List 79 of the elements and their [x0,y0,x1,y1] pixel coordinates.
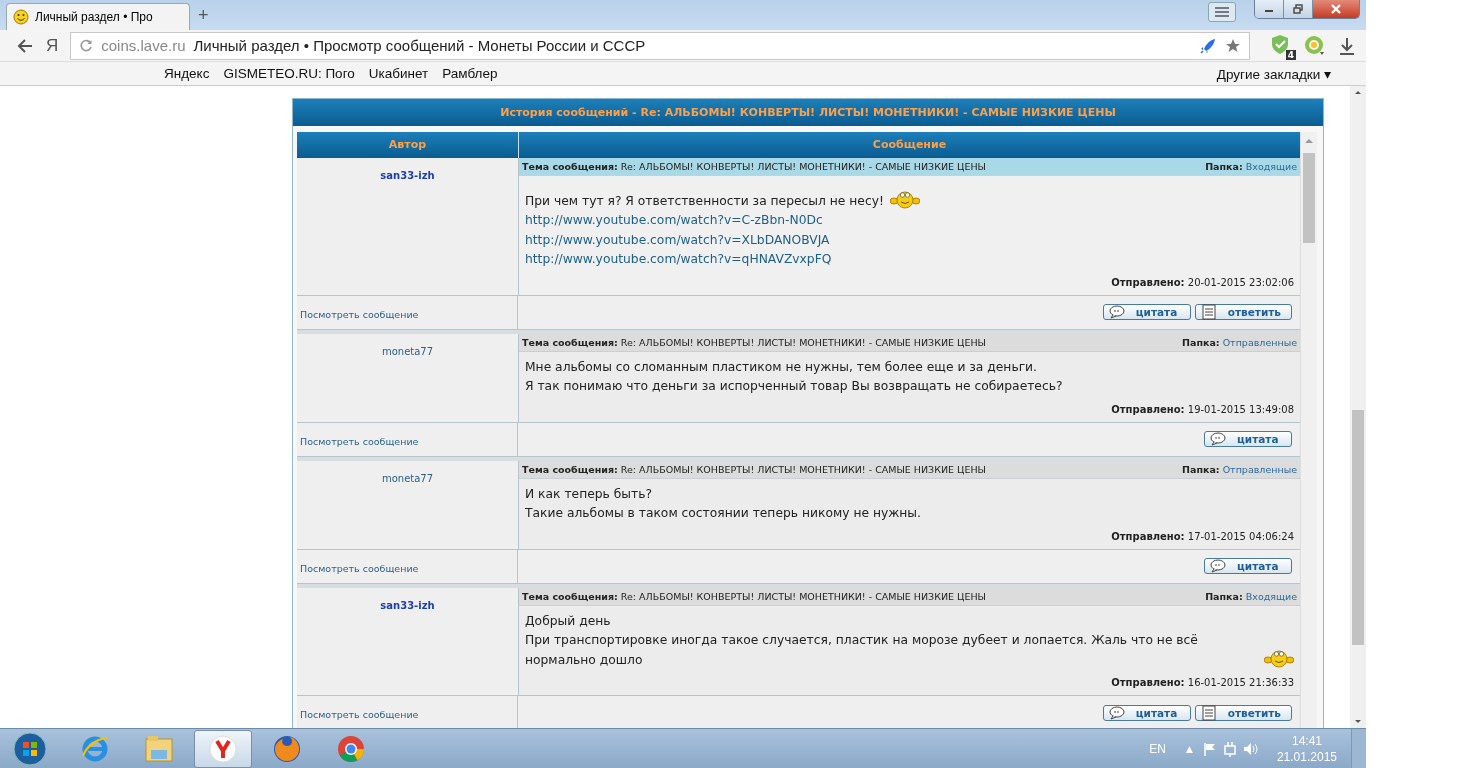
view-message-link[interactable]: Посмотреть сообщение [300,308,419,320]
quote-button[interactable]: цитата [1102,704,1191,721]
folder-label: Папка: Входящие [1205,161,1297,172]
column-header: Сообщение [871,137,948,153]
power-plug-icon[interactable] [1222,740,1237,757]
scrollbar-thumb[interactable] [1352,410,1364,645]
subject-text: Тема сообщения: Re: АЛЬБОМЫ! КОНВЕРТЫ! ЛИСТЫ! МОНЕТНИКИ! - САМЫЕ НИЗКИЕ ЦЕНЫ [522,161,986,172]
flag-icon[interactable] [1202,741,1217,756]
quote-button[interactable]: цитата [1102,304,1191,320]
sent-date: Отправлено: 20-01-2015 23:02:06 [1111,276,1294,288]
speaker-icon[interactable] [1242,741,1259,756]
author-link[interactable]: san33-izh [380,170,435,181]
yandex-button[interactable]: Я [46,35,59,56]
message-text: При транспортировке иногда такое случается, пластик на морозе дубеет и лопается. Жаль что не всё нормально дошло [525,632,1199,669]
bookmark-link[interactable]: Рамблер [442,66,498,81]
other-bookmarks-button[interactable]: Другие закладки ▾ [1216,65,1331,82]
sent-date: Отправлено: 19-01-2015 13:49:08 [1111,403,1294,415]
folder-label: Папка: Отправленные [1182,463,1297,475]
scrollbar[interactable] [1300,132,1317,728]
author-link[interactable]: moneta77 [381,472,434,484]
subject-text: Тема сообщения: Re: АЛЬБОМЫ! КОНВЕРТЫ! ЛИСТЫ! МОНЕТНИКИ! - САМЫЕ НИЗКИЕ ЦЕНЫ [522,336,986,348]
message-text: Добрый день [525,612,611,630]
bookmark-link[interactable]: GISMETEO.RU: Пого [223,66,355,81]
extension-badge: 4 [1285,49,1296,60]
message-text: Такие альбомы в таком состоянии теперь никому не нужны. [525,505,921,522]
quote-button[interactable]: цитата [1204,558,1292,574]
bookmark-link[interactable]: Яндекс [164,66,210,81]
video-link[interactable]: http://www.youtube.com/watch?v=XLbDANOBVJA [525,230,830,250]
rocket-icon[interactable] [1199,36,1217,55]
sent-date: Отправлено: 17-01-2015 04:06:24 [1111,530,1294,542]
sent-date: Отправлено: 16-01-2015 21:36:33 [1111,677,1294,688]
menu-button[interactable] [1208,2,1236,22]
address-bar[interactable]: coins.lave.ru Личный раздел • Просмотр сообщений - Монеты России и СССР [70,31,1250,60]
subject-text: Тема сообщения: Re: АЛЬБОМЫ! КОНВЕРТЫ! ЛИСТЫ! МОНЕТНИКИ! - САМЫЕ НИЗКИЕ ЦЕНЫ [522,463,986,475]
browser-y-icon[interactable] [194,729,252,768]
smiley-icon [1264,647,1294,669]
subject-text: Тема сообщения: Re: АЛЬБОМЫ! КОНВЕРТЫ! ЛИСТЫ! МОНЕТНИКИ! - САМЫЕ НИЗКИЕ ЦЕНЫ [522,590,986,602]
panel-title: История сообщений - Re: АЛЬБОМЫ! КОНВЕРТЫ! ЛИСТЫ! МОНЕТНИКИ! - САМЫЕ НИЗКИЕ ЦЕНЫ [293,99,1323,126]
message-text: И как теперь быть? [525,485,652,503]
document-icon [1199,704,1218,721]
star-icon[interactable] [1225,37,1241,54]
new-tab-button[interactable]: + [198,5,209,26]
view-message-link[interactable]: Посмотреть сообщение [300,562,419,574]
message-text: Мне альбомы со сломанным пластиком не нужны, тем более еще и за деньги. [525,358,1037,376]
back-arrow-icon[interactable] [16,37,34,54]
minimize-button[interactable] [1255,0,1284,18]
scrollbar-thumb[interactable] [1303,153,1315,243]
reload-icon[interactable] [79,38,94,53]
video-link[interactable]: http://www.youtube.com/watch?v=qHNAVZvxpFQ [525,250,832,270]
restore-icon [1293,4,1303,14]
speech-bubble-icon [1107,705,1126,720]
menu-icon [1214,6,1230,18]
close-button[interactable] [1313,0,1359,18]
view-message-link[interactable]: Посмотреть сообщение [300,435,419,447]
video-link[interactable]: http://www.youtube.com/watch?v=C-zBbn-N0Dc [525,211,823,231]
page-scrollbar[interactable] [1350,86,1366,728]
smiley-icon [889,188,920,210]
author-link[interactable]: moneta77 [381,345,434,357]
message-text: При чем тут я? Я ответственности за пересыл не несу! [525,192,884,210]
quote-button[interactable]: цитата [1204,431,1292,447]
restore-button[interactable] [1284,0,1313,18]
smiley-icon [13,9,29,25]
download-icon[interactable] [1338,35,1356,56]
folder-label: Папка: Входящие [1205,590,1297,602]
speech-bubble-icon [1107,305,1126,319]
folder-label: Папка: Отправленные [1182,336,1297,348]
start-button[interactable] [10,731,50,766]
extension-ring-icon[interactable] [1304,34,1326,57]
reply-button[interactable]: ответить [1194,304,1292,320]
author-link[interactable]: san33-izh [380,599,435,611]
speech-bubble-icon [1209,559,1227,573]
browser-tab[interactable]: Личный раздел • Про [6,3,190,30]
view-message-link[interactable]: Посмотреть сообщение [300,709,419,720]
speech-bubble-icon [1209,432,1227,446]
bookmark-link[interactable]: Uкабинет [368,66,429,81]
reply-button[interactable]: ответить [1194,704,1292,721]
document-icon [1199,304,1218,320]
close-icon [1330,4,1342,14]
message-text: Я так понимаю что деньги за испорченный товар Вы возвращать не собираетесь? [525,378,1063,395]
